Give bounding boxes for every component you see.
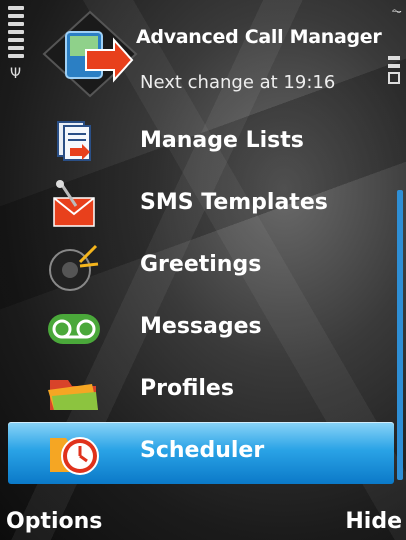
scheduler-icon	[46, 428, 102, 478]
battery-indicator: ⏦	[384, 4, 402, 84]
sms-templates-icon	[46, 180, 102, 230]
hide-softkey[interactable]: Hide	[345, 509, 402, 534]
greetings-icon	[46, 242, 102, 292]
voicemail-icon	[46, 304, 102, 354]
menu-item-label: Manage Lists	[140, 128, 304, 153]
menu-item-label: SMS Templates	[140, 190, 328, 215]
menu-item-label: Messages	[140, 314, 262, 339]
menu-item-profiles[interactable]: Profiles	[0, 360, 394, 422]
menu-item-label: Greetings	[140, 252, 262, 277]
antenna-icon: Ψ	[10, 66, 22, 82]
options-softkey[interactable]: Options	[6, 509, 102, 534]
menu-item-manage-lists[interactable]: Manage Lists	[0, 112, 394, 174]
app-title: Advanced Call Manager	[136, 26, 382, 48]
main-menu-list: Manage Lists SMS Templates Greetings Mes…	[0, 112, 394, 484]
menu-item-greetings[interactable]: Greetings	[0, 236, 394, 298]
menu-item-messages[interactable]: Messages	[0, 298, 394, 360]
schedule-status: Next change at 19:16	[140, 72, 336, 93]
manage-lists-icon	[46, 118, 102, 168]
menu-item-label: Profiles	[140, 376, 234, 401]
menu-item-scheduler[interactable]: Scheduler	[8, 422, 394, 484]
scrollbar[interactable]	[397, 190, 403, 480]
profiles-icon	[46, 366, 102, 416]
menu-item-sms-templates[interactable]: SMS Templates	[0, 174, 394, 236]
softkey-bar: Options Hide	[0, 488, 406, 540]
menu-item-label: Scheduler	[140, 438, 265, 463]
charging-icon: ⏦	[391, 4, 402, 19]
app-logo-icon	[42, 10, 138, 98]
